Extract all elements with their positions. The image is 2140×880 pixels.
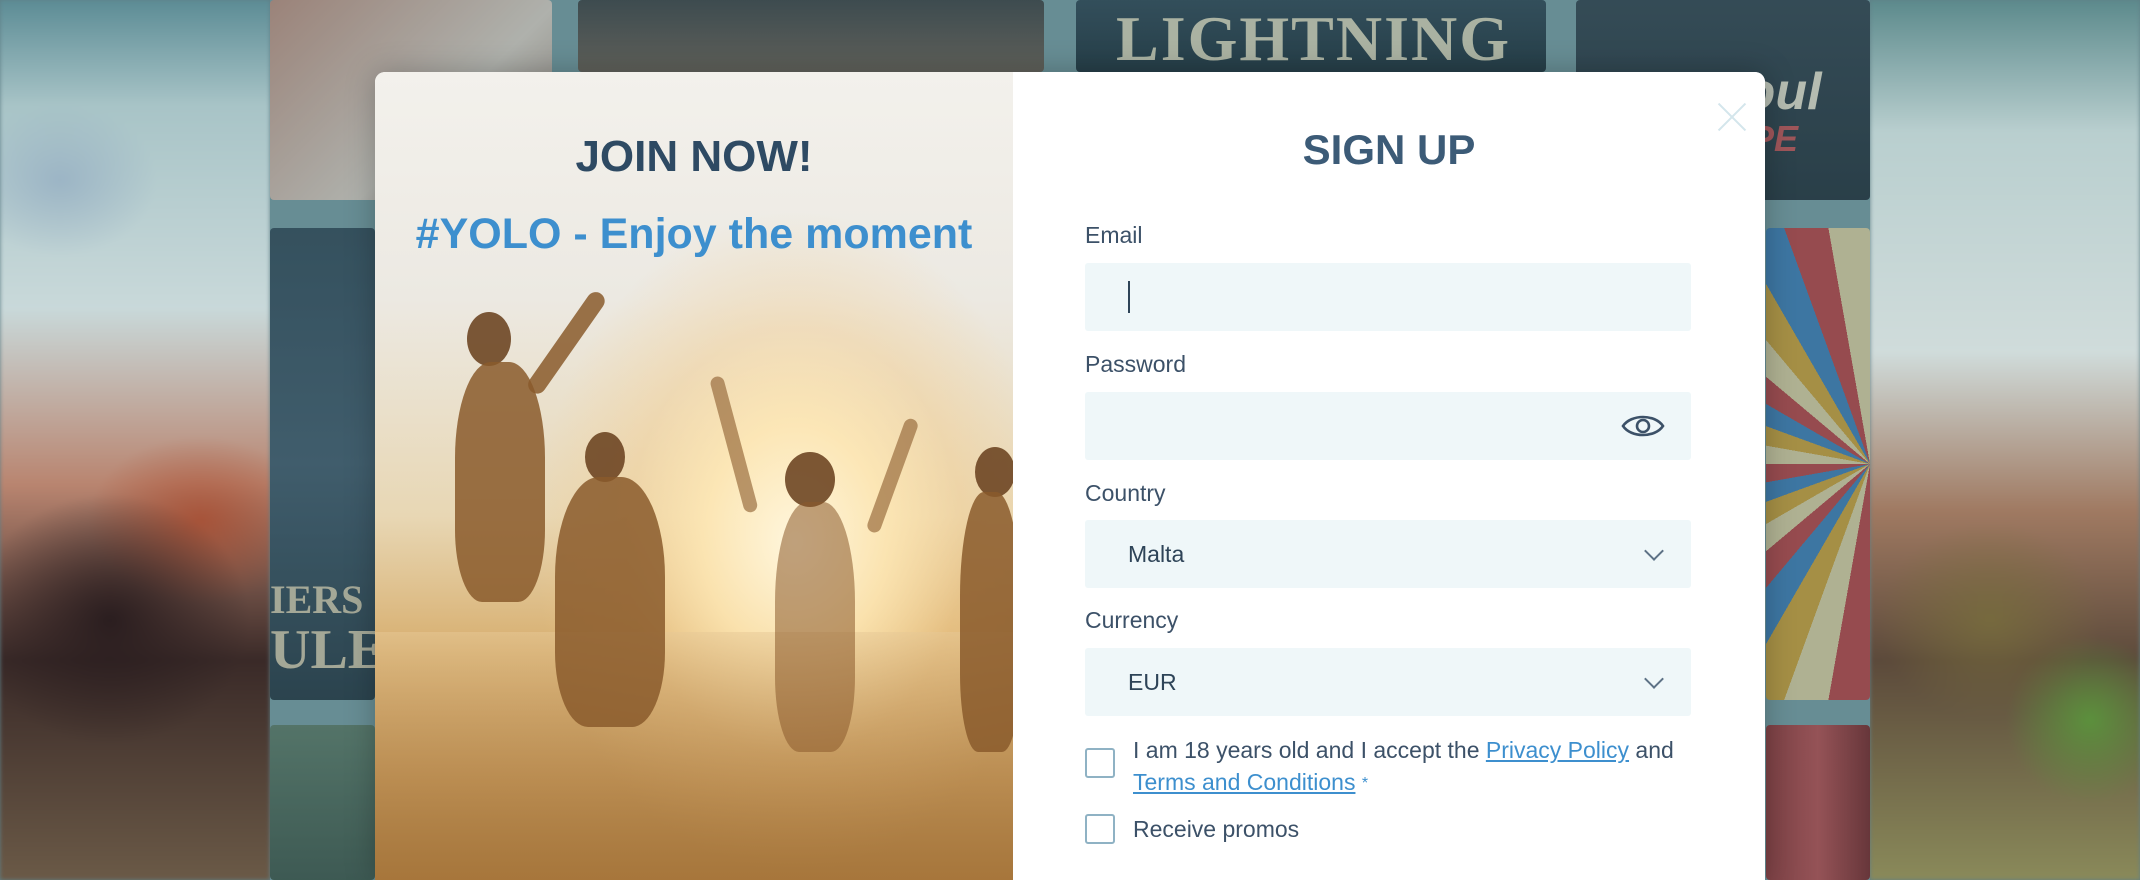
password-field[interactable] — [1085, 392, 1691, 460]
currency-select[interactable]: EUR — [1085, 648, 1691, 716]
promo-panel: JOIN NOW! #YOLO - Enjoy the moment — [375, 72, 1013, 880]
terms-text: I am 18 years old and I accept the Priva… — [1133, 734, 1693, 800]
person-silhouette — [709, 374, 759, 514]
person-silhouette — [775, 502, 855, 752]
signup-form: SIGN UP Email Password Country Malta Cur… — [1013, 72, 1765, 880]
country-label: Country — [1085, 480, 1166, 506]
signup-modal: JOIN NOW! #YOLO - Enjoy the moment SIGN … — [375, 72, 1765, 880]
country-select[interactable]: Malta — [1085, 520, 1691, 588]
promo-title: JOIN NOW! — [575, 132, 813, 181]
terms-text-and: and — [1629, 737, 1674, 763]
person-silhouette — [975, 447, 1013, 497]
currency-value: EUR — [1128, 669, 1177, 695]
person-silhouette — [455, 362, 545, 602]
promos-checkbox[interactable] — [1085, 814, 1115, 844]
privacy-policy-link[interactable]: Privacy Policy — [1486, 737, 1629, 763]
person-silhouette — [585, 432, 625, 482]
person-silhouette — [865, 416, 920, 535]
chevron-down-icon — [1644, 541, 1664, 561]
form-title: SIGN UP — [1302, 126, 1476, 173]
currency-label: Currency — [1085, 607, 1179, 633]
text-cursor — [1128, 281, 1130, 313]
required-mark: * — [1361, 775, 1369, 792]
country-value: Malta — [1128, 541, 1185, 567]
person-silhouette — [467, 312, 511, 366]
password-label: Password — [1085, 351, 1186, 377]
beach-image — [375, 632, 1013, 880]
person-silhouette — [524, 288, 609, 398]
email-label: Email — [1085, 222, 1143, 248]
background-left-blur — [0, 0, 270, 880]
background-right-blur — [1870, 0, 2140, 880]
person-silhouette — [555, 477, 665, 727]
person-silhouette — [960, 492, 1013, 752]
chevron-down-icon — [1644, 669, 1664, 689]
email-field[interactable] — [1085, 263, 1691, 331]
terms-conditions-link[interactable]: Terms and Conditions — [1133, 769, 1355, 795]
promo-subtitle: #YOLO - Enjoy the moment — [415, 210, 973, 258]
terms-text-before: I am 18 years old and I accept the — [1133, 737, 1486, 763]
promos-label: Receive promos — [1133, 816, 1300, 842]
eye-icon[interactable] — [1621, 411, 1665, 441]
terms-checkbox[interactable] — [1085, 748, 1115, 778]
person-silhouette — [785, 452, 835, 507]
